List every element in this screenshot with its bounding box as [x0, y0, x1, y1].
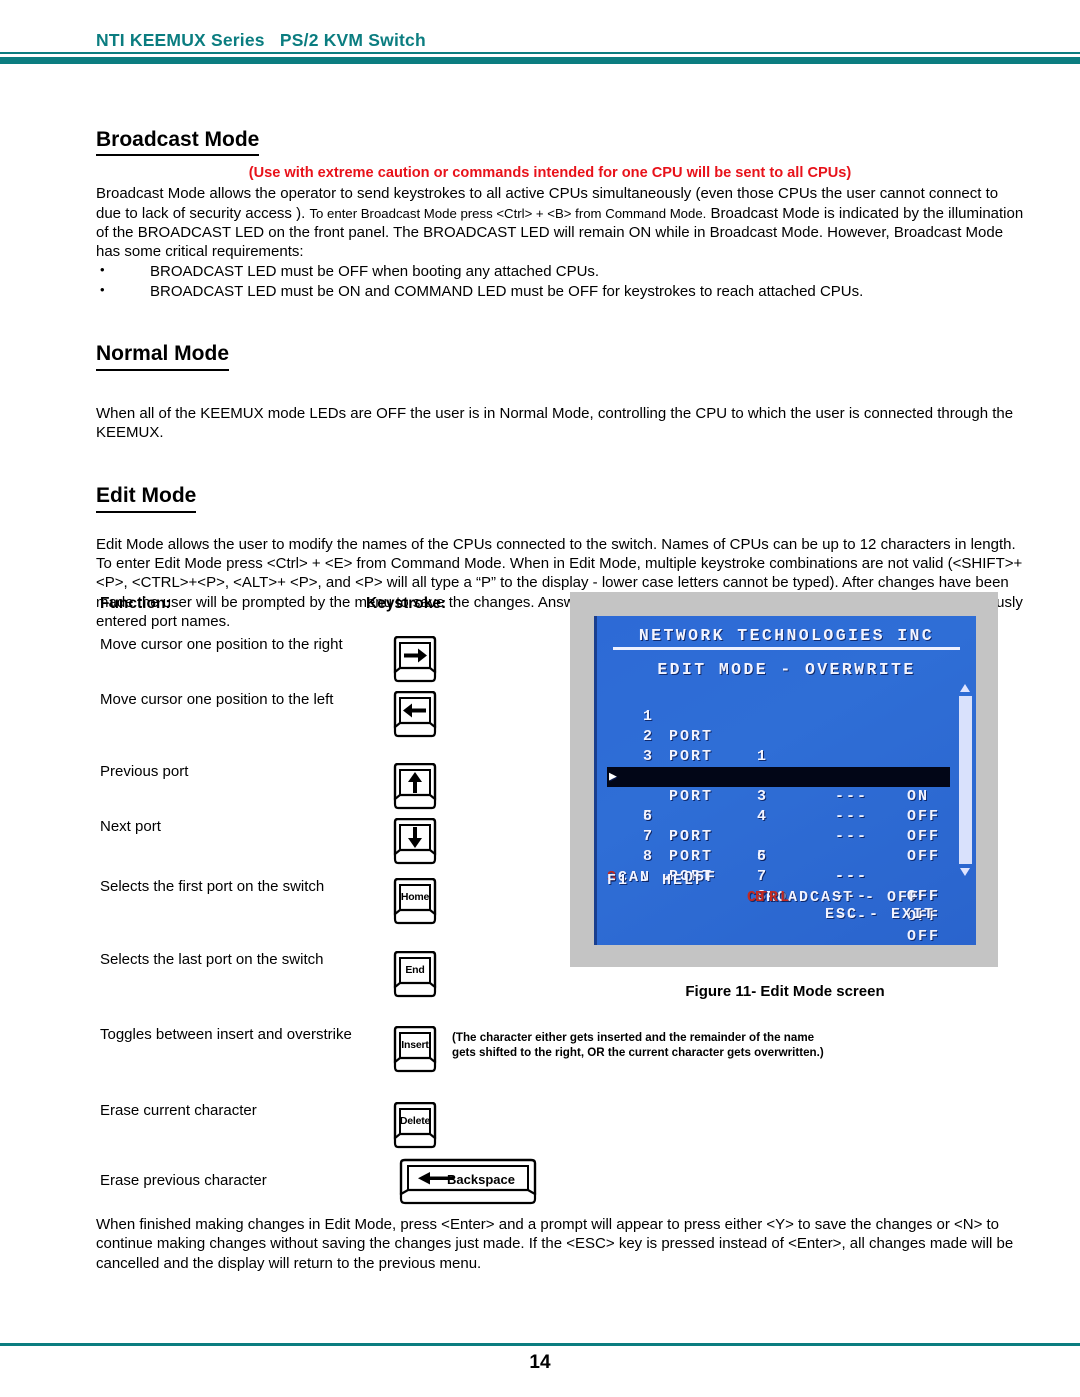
osd-footer-bar: F1 - HELP CTRL ESC - EXIT	[607, 855, 971, 940]
osd-port-row[interactable]: 4 PORT 4 --- OFF	[607, 747, 950, 865]
key-slot	[392, 636, 438, 683]
osd-port-row-selected[interactable]: ▶ 5 PORT 5 --- OFF	[607, 767, 950, 905]
list-item: BROADCAST LED must be OFF when booting a…	[96, 261, 1024, 282]
normal-mode-paragraph: When all of the KEEMUX mode LEDs are OFF…	[96, 404, 1014, 441]
function-label: Previous port	[100, 763, 189, 780]
broadcast-warning-text: (Use with extreme caution or commands in…	[248, 165, 852, 182]
page-content: Broadcast Mode (Use with extreme caution…	[96, 0, 1024, 1272]
osd-company-name: NETWORK TECHNOLOGIES INC	[613, 626, 960, 650]
figure-caption: Figure 11- Edit Mode screen	[685, 983, 885, 1000]
osd-scrollbar[interactable]	[959, 682, 972, 878]
home-key-icon: Home	[392, 878, 438, 925]
list-item: BROADCAST LED must be ON and COMMAND LED…	[96, 281, 1024, 302]
section-normal-mode: Normal Mode When all of the KEEMUX mode …	[96, 342, 1024, 442]
osd-mode-title: EDIT MODE - OVERWRITE	[657, 660, 916, 679]
function-label: Selects the first port on the switch	[100, 878, 325, 895]
broadcast-requirements-list: BROADCAST LED must be OFF when booting a…	[96, 261, 1024, 302]
key-slot: Delete	[392, 1102, 438, 1149]
osd-port-row[interactable]: 7 PORT 7 --- OFF	[607, 807, 950, 925]
broadcast-paragraph: Broadcast Mode allows the operator to se…	[96, 184, 1024, 262]
key-slot: Backspace	[398, 1158, 538, 1206]
section-broadcast-mode: Broadcast Mode (Use with extreme caution…	[96, 128, 1024, 301]
key-slot: End	[392, 951, 438, 998]
osd-help-hint: F1 - HELP	[607, 872, 707, 889]
function-label: Selects the last port on the switch	[100, 951, 324, 968]
insert-note-line-1: (The character either gets inserted and …	[452, 1031, 815, 1044]
page-number: 14	[529, 1352, 551, 1373]
function-label: Erase previous character	[100, 1172, 267, 1189]
key-slot	[392, 763, 438, 810]
function-label: Next port	[100, 818, 161, 835]
figure-edit-mode-screen: NETWORK TECHNOLOGIES INC EDIT MODE - OVE…	[570, 592, 1000, 1000]
osd-port-row[interactable]: 2 PORT 2 --- OFF	[607, 707, 950, 825]
osd-port-row[interactable]: 8 PORT 8 --- OFF	[607, 827, 950, 945]
osd-ctrl-hint: CTRL	[747, 889, 792, 906]
osd-port-row[interactable]: 6 PORT 6 --- OFF	[607, 787, 950, 905]
broadcast-para-b: To enter Broadcast Mode press <Ctrl> + <…	[309, 205, 707, 221]
function-label: Move cursor one position to the right	[100, 636, 343, 653]
delete-key-icon: Delete	[392, 1102, 438, 1149]
function-column-header: Function:	[100, 595, 171, 612]
key-slot: Insert	[392, 1026, 438, 1073]
edit-mode-closing-paragraph: When finished making changes in Edit Mod…	[96, 1216, 1014, 1272]
osd-selection-marker-icon: ▶	[609, 769, 619, 784]
osd-port-row[interactable]: 3 PORT 3 --- OFF	[607, 727, 950, 845]
function-label: Move cursor one position to the left	[100, 691, 334, 708]
osd-monitor-frame: NETWORK TECHNOLOGIES INC EDIT MODE - OVE…	[570, 592, 998, 967]
arrow-left-key-icon	[392, 691, 438, 738]
insert-note-line-2: gets shifted to the right, OR the curren…	[452, 1046, 824, 1060]
insert-key-icon: Insert	[392, 1026, 438, 1073]
arrow-up-key-icon	[392, 763, 438, 810]
key-slot	[392, 691, 438, 738]
osd-port-row[interactable]: 1 PORT 1 PS2 ON	[607, 687, 950, 805]
keystroke-column-header: Keystroke:	[366, 595, 447, 612]
arrow-down-key-icon	[392, 818, 438, 865]
scrollbar-track[interactable]	[959, 696, 972, 864]
backspace-key-icon: Backspace	[398, 1158, 538, 1206]
key-slot	[392, 818, 438, 865]
function-label: Toggles between insert and overstrike	[100, 1026, 352, 1043]
osd-port-list: 1 PORT 1 PS2 ON 2 PORT 2 --- OFF 3 PORT …	[607, 687, 966, 945]
heading-normal-mode: Normal Mode	[96, 342, 230, 371]
heading-broadcast-mode: Broadcast Mode	[96, 128, 260, 157]
end-key-icon: End	[392, 951, 438, 998]
key-slot: Home	[392, 878, 438, 925]
footer-rule	[0, 1343, 1080, 1346]
osd-screen: NETWORK TECHNOLOGIES INC EDIT MODE - OVE…	[594, 616, 976, 945]
arrow-right-key-icon	[392, 636, 438, 683]
function-label: Erase current character	[100, 1102, 257, 1119]
heading-edit-mode: Edit Mode	[96, 484, 197, 513]
scroll-up-arrow-icon[interactable]	[960, 684, 970, 692]
insert-key-note: (The character either gets inserted and …	[452, 1030, 882, 1061]
osd-exit-hint: ESC - EXIT	[825, 906, 936, 923]
